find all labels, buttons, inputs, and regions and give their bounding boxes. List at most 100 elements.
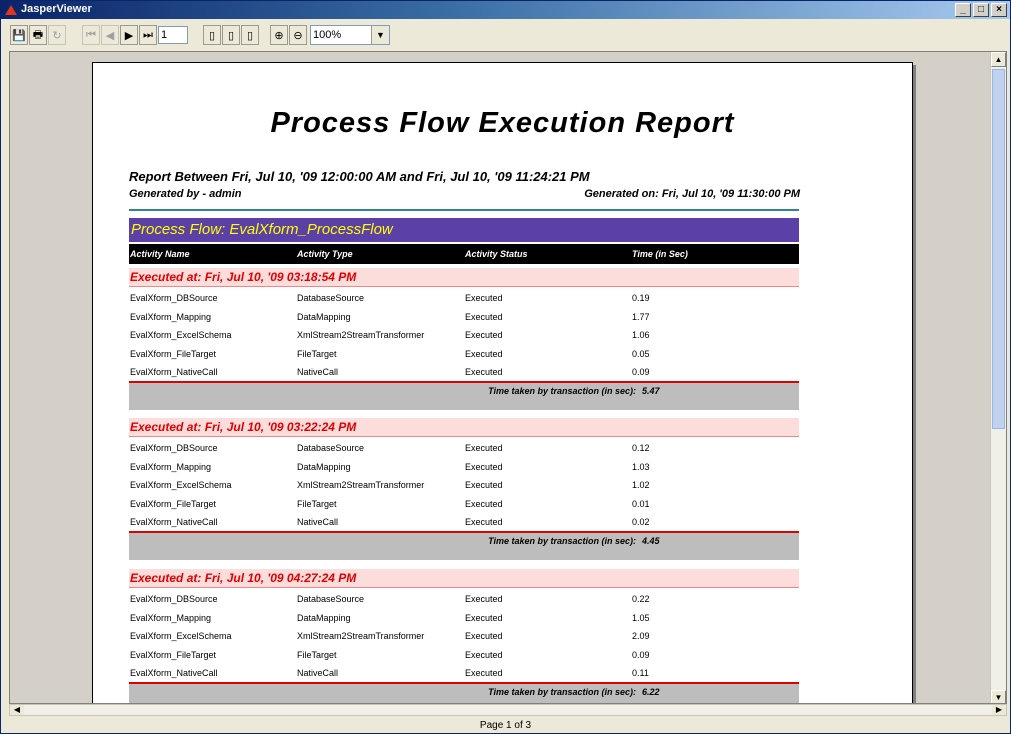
- scroll-up-icon[interactable]: ▲: [991, 52, 1006, 67]
- scroll-right-icon[interactable]: ▶: [992, 705, 1006, 715]
- table-cell: Executed: [465, 443, 503, 453]
- table-row: EvalXform_DBSource DatabaseSource Executed…: [129, 590, 799, 609]
- table-cell: EvalXform_Mapping: [130, 311, 212, 322]
- zoom-in-button[interactable]: ⊕: [270, 25, 288, 45]
- table-cell: FileTarget: [297, 649, 337, 660]
- table-cell: EvalXform_FileTarget: [130, 649, 217, 660]
- minimize-button[interactable]: _: [955, 3, 971, 17]
- executed-at-header: Executed at: Fri, Jul 10, '09 04:27:24 P…: [129, 569, 799, 588]
- toolbar: 💾 🖶 ↻ ⏮ ◀ ▶ ⏭ 1 ▯ ▯ ▯ ⊕ ⊖ 100% ▼: [1, 20, 1010, 50]
- title-bar[interactable]: JasperViewer _ □ ×: [1, 1, 1010, 19]
- table-cell: EvalXform_DBSource: [130, 594, 218, 604]
- table-cell: Executed: [465, 461, 503, 472]
- zoom-select[interactable]: 100% ▼: [310, 25, 390, 45]
- scroll-down-icon[interactable]: ▼: [991, 690, 1006, 703]
- status-bar: Page 1 of 3: [479, 720, 532, 731]
- process-flow-header: Process Flow: EvalXform_ProcessFlow: [129, 218, 799, 242]
- table-cell: 0.12: [632, 443, 650, 453]
- close-button[interactable]: ×: [991, 3, 1007, 17]
- table-row: EvalXform_Mapping DataMapping Executed 1.03: [129, 458, 799, 477]
- table-cell: DataMapping: [297, 311, 351, 322]
- transaction-total-row: Time taken by transaction (in sec): 6.22: [129, 682, 799, 703]
- divider: [129, 209, 799, 211]
- table-cell: DataMapping: [297, 612, 351, 623]
- table-row: EvalXform_NativeCall NativeCall Executed 0.…: [129, 513, 799, 532]
- last-page-button[interactable]: ⏭: [139, 25, 157, 45]
- scroll-thumb[interactable]: [992, 69, 1005, 429]
- total-label: Time taken by transaction (in sec):: [488, 386, 636, 396]
- table-cell: EvalXform_ExcelSchema: [130, 330, 232, 340]
- fit-width-button[interactable]: ▯: [241, 25, 259, 45]
- reload-button[interactable]: ↻: [48, 25, 66, 45]
- table-cell: 1.77: [632, 311, 650, 322]
- table-row: EvalXform_NativeCall NativeCall Executed 0.…: [129, 363, 799, 382]
- first-page-button[interactable]: ⏮: [82, 25, 100, 45]
- table-cell: 0.11: [632, 668, 649, 678]
- column-header: Activity Name: [130, 249, 190, 259]
- table-cell: Executed: [465, 330, 503, 340]
- actual-size-button[interactable]: ▯: [203, 25, 221, 45]
- table-cell: 0.09: [632, 649, 650, 660]
- table-cell: Executed: [465, 367, 503, 377]
- table-row: EvalXform_FileTarget FileTarget Executed 0.…: [129, 495, 799, 514]
- table-cell: 0.09: [632, 367, 650, 377]
- maximize-button[interactable]: □: [973, 3, 989, 17]
- table-cell: Executed: [465, 311, 503, 322]
- table-cell: FileTarget: [297, 348, 337, 359]
- next-page-button[interactable]: ▶: [120, 25, 138, 45]
- transaction-total-row: Time taken by transaction (in sec): 5.47: [129, 381, 799, 410]
- table-cell: EvalXform_ExcelSchema: [130, 480, 232, 490]
- zoom-out-button[interactable]: ⊖: [289, 25, 307, 45]
- column-header: Activity Status: [465, 249, 528, 259]
- table-cell: Executed: [465, 498, 503, 509]
- table-cell: DatabaseSource: [297, 443, 365, 453]
- window-title: JasperViewer: [21, 3, 92, 15]
- previous-page-button[interactable]: ◀: [101, 25, 119, 45]
- total-value: 4.45: [642, 536, 660, 546]
- table-cell: 0.02: [632, 517, 650, 527]
- table-row: EvalXform_Mapping DataMapping Executed 1.05: [129, 609, 799, 628]
- table-cell: EvalXform_DBSource: [130, 293, 218, 303]
- table-cell: EvalXform_NativeCall: [130, 367, 218, 377]
- page-number-input[interactable]: 1: [158, 26, 188, 44]
- table-cell: 0.05: [632, 348, 650, 359]
- vertical-scrollbar[interactable]: ▲ ▼: [990, 52, 1006, 703]
- scroll-left-icon[interactable]: ◀: [10, 705, 24, 715]
- zoom-value: 100%: [313, 29, 342, 41]
- table-cell: EvalXform_NativeCall: [130, 517, 218, 527]
- print-button[interactable]: 🖶: [29, 25, 47, 45]
- table-cell: EvalXform_DBSource: [130, 443, 218, 453]
- horizontal-scrollbar[interactable]: ◀ ▶: [9, 704, 1007, 716]
- table-row: EvalXform_ExcelSchema XmlStream2StreamTra…: [129, 476, 799, 495]
- total-label: Time taken by transaction (in sec):: [488, 536, 636, 546]
- report-viewport: Process Flow Execution Report Report Bet…: [9, 51, 1007, 704]
- table-cell: 0.01: [632, 498, 650, 509]
- table-cell: EvalXform_NativeCall: [130, 668, 218, 678]
- table-cell: NativeCall: [297, 668, 339, 678]
- table-row: EvalXform_Mapping DataMapping Executed 1.77: [129, 308, 799, 327]
- save-button[interactable]: 💾: [10, 25, 28, 45]
- table-row: EvalXform_ExcelSchema XmlStream2StreamTra…: [129, 627, 799, 646]
- table-cell: DatabaseSource: [297, 594, 365, 604]
- chevron-down-icon[interactable]: ▼: [371, 26, 389, 44]
- table-cell: Executed: [465, 631, 503, 641]
- executed-at-header: Executed at: Fri, Jul 10, '09 03:22:24 P…: [129, 418, 799, 437]
- table-cell: Executed: [465, 649, 503, 660]
- report-page: Process Flow Execution Report Report Bet…: [92, 62, 913, 703]
- table-cell: EvalXform_ExcelSchema: [130, 631, 232, 641]
- table-cell: FileTarget: [297, 498, 337, 509]
- generated-on: Generated on: Fri, Jul 10, '09 11:30:00 …: [584, 188, 800, 200]
- table-cell: EvalXform_FileTarget: [130, 348, 217, 359]
- table-row: EvalXform_FileTarget FileTarget Executed 0.…: [129, 646, 799, 665]
- table-cell: 0.19: [632, 293, 650, 303]
- column-header: Activity Type: [297, 249, 353, 259]
- executed-at-header: Executed at: Fri, Jul 10, '09 03:18:54 P…: [129, 268, 799, 287]
- table-cell: DataMapping: [297, 461, 351, 472]
- table-row: EvalXform_DBSource DatabaseSource Executed…: [129, 439, 799, 458]
- table-cell: DatabaseSource: [297, 293, 365, 303]
- table-row: EvalXform_ExcelSchema XmlStream2StreamTra…: [129, 326, 799, 345]
- fit-page-button[interactable]: ▯: [222, 25, 240, 45]
- table-cell: XmlStream2StreamTransformer: [297, 480, 425, 490]
- table-cell: Executed: [465, 668, 503, 678]
- table-cell: Executed: [465, 612, 503, 623]
